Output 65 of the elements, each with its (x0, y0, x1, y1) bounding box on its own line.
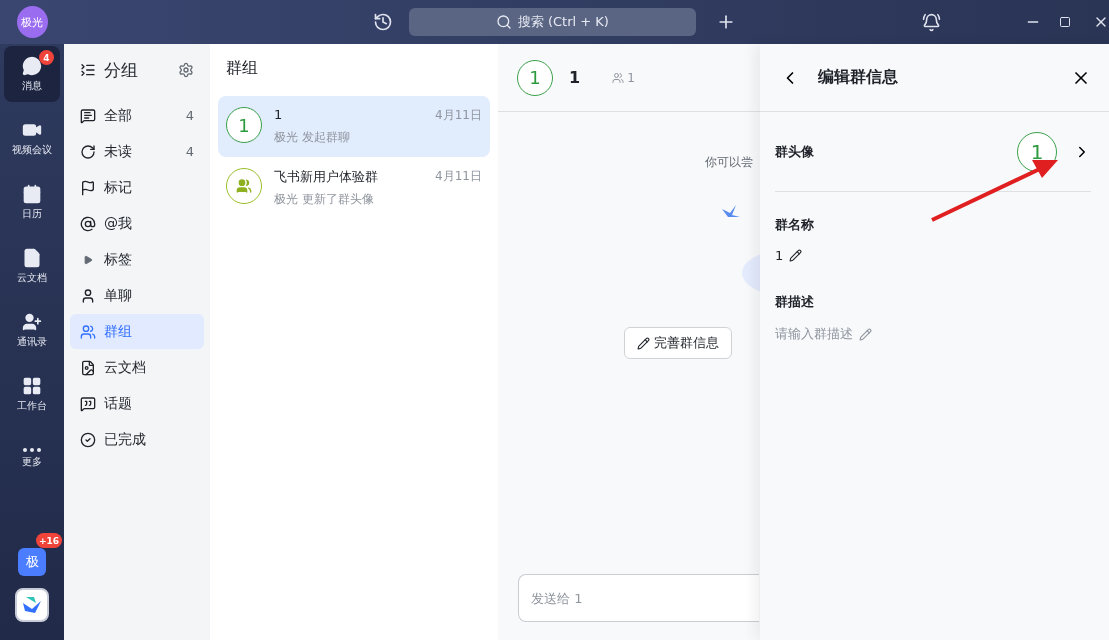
nav-item[interactable]: 视频会议 (4, 110, 60, 166)
filter-item[interactable]: 未读 4 (70, 134, 204, 169)
group-avatar: 1 (517, 59, 553, 96)
member-count: 1 (612, 70, 635, 85)
maximize-icon[interactable] (1059, 16, 1071, 28)
people-icon (80, 323, 96, 340)
apps-grid-icon (22, 375, 42, 396)
more-icon (23, 447, 41, 452)
at-sign-icon (80, 215, 96, 232)
message-input[interactable]: 发送给 1 (518, 574, 759, 622)
count-badge: +16 (35, 533, 62, 548)
field-label: 群头像 (775, 142, 814, 161)
contacts-icon (22, 311, 42, 332)
filter-item[interactable]: 已完成 (70, 422, 204, 457)
history-icon[interactable] (372, 12, 393, 32)
pencil-icon (789, 249, 803, 262)
app-logo-icon[interactable] (15, 588, 49, 622)
user-avatar[interactable]: 极光 (17, 6, 48, 38)
nav-item[interactable]: 更多 (4, 430, 60, 486)
group-avatar-icon (226, 168, 262, 204)
filter-item[interactable]: 标签 (70, 242, 204, 277)
chat-item[interactable]: 1 1 4月11日 极光 发起群聊 (218, 96, 490, 157)
nav-item[interactable]: 工作台 (4, 366, 60, 422)
group-name-field[interactable]: 1 (775, 248, 1091, 263)
chat-icon (80, 107, 96, 124)
pencil-icon (637, 336, 650, 350)
edit-info-button[interactable]: 完善群信息 (624, 327, 732, 359)
filter-item[interactable]: 群组 (70, 314, 204, 349)
hint-text: 你可以尝 (705, 154, 753, 171)
group-avatar: 1 (226, 107, 262, 143)
field-label: 群描述 (775, 293, 815, 311)
list-title: 群组 (225, 58, 259, 79)
filter-item[interactable]: 全部 4 (70, 98, 204, 133)
filter-item[interactable]: 标记 (70, 170, 204, 205)
search-field[interactable]: 搜索 (Ctrl + K) (408, 8, 696, 36)
nav-item[interactable]: 通讯录 (4, 302, 60, 358)
unread-badge: 4 (39, 50, 54, 65)
topic-icon (80, 395, 96, 412)
filter-item[interactable]: 云文档 (70, 350, 204, 385)
panel-title: 分组 (104, 58, 138, 82)
person-icon (80, 287, 96, 304)
check-circle-icon (80, 431, 96, 448)
document-icon (80, 359, 96, 376)
filter-item[interactable]: 话题 (70, 386, 204, 421)
chat-bubble-icon (22, 55, 42, 76)
flag-icon (80, 179, 96, 196)
nav-item[interactable]: 云文档 (4, 238, 60, 294)
calendar-icon (22, 183, 42, 204)
account-avatar[interactable]: 极 (18, 548, 46, 576)
search-icon (495, 14, 512, 30)
list-icon[interactable] (80, 62, 96, 78)
field-label: 群名称 (775, 216, 815, 234)
document-icon (22, 247, 42, 268)
refresh-icon (80, 143, 96, 160)
settings-icon[interactable] (178, 62, 194, 78)
nav-item[interactable]: 日历 (4, 174, 60, 230)
caret-icon[interactable] (83, 254, 93, 265)
notification-icon[interactable] (922, 12, 941, 32)
filter-item[interactable]: 单聊 (70, 278, 204, 313)
nav-item[interactable]: 消息 4 (4, 46, 60, 102)
pencil-icon (859, 327, 872, 341)
panel-title: 编辑群信息 (818, 67, 898, 88)
chat-title: 1 (569, 68, 581, 87)
chat-item[interactable]: 飞书新用户体验群 4月11日 极光 更新了群头像 (218, 157, 490, 219)
filter-item[interactable]: @我 (70, 206, 204, 241)
